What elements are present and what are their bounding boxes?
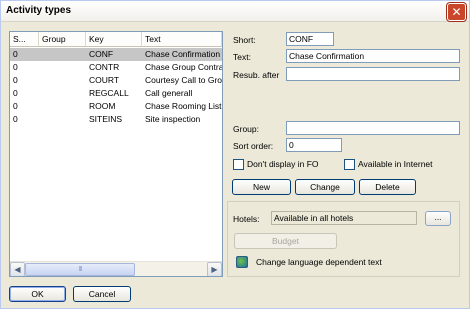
close-button[interactable]: ✕ xyxy=(447,3,466,21)
hotels-label: Hotels: xyxy=(233,214,260,224)
table-row[interactable]: 0 REGCALL Call generall xyxy=(10,87,222,100)
ok-button[interactable]: OK xyxy=(9,286,66,302)
scroll-left-button[interactable]: ◀ xyxy=(10,262,25,276)
cell-key: ROOM xyxy=(89,101,116,111)
cell-s: 0 xyxy=(13,114,18,124)
table-row[interactable]: 0 ROOM Chase Rooming List xyxy=(10,100,222,113)
delete-button[interactable]: Delete xyxy=(359,179,416,195)
globe-icon[interactable] xyxy=(236,256,248,268)
cell-s: 0 xyxy=(13,88,18,98)
budget-button[interactable]: Budget xyxy=(234,233,337,249)
text-input[interactable]: Chase Confirmation xyxy=(286,49,460,63)
column-header-s[interactable]: S... xyxy=(10,32,39,47)
cell-group xyxy=(39,74,86,87)
cell-text: Chase Group Contra xyxy=(145,62,222,72)
cell-group xyxy=(39,61,86,74)
cell-s: 0 xyxy=(13,75,18,85)
title-bar: Activity types ✕ xyxy=(1,1,469,22)
column-header-key[interactable]: Key xyxy=(86,32,142,47)
cell-group xyxy=(39,87,86,100)
resub-after-input[interactable] xyxy=(286,67,460,81)
hotels-field: Available in all hotels xyxy=(271,211,417,225)
cell-key: CONTR xyxy=(89,62,120,72)
cell-group xyxy=(39,48,86,61)
cell-key: CONF xyxy=(89,49,114,59)
change-button[interactable]: Change xyxy=(295,179,355,195)
dont-display-label: Don't display in FO xyxy=(247,159,319,169)
cell-key: COURT xyxy=(89,75,120,85)
column-header-text[interactable]: Text xyxy=(142,32,222,47)
new-button[interactable]: New xyxy=(232,179,291,195)
change-language-text[interactable]: Change language dependent text xyxy=(256,257,382,267)
sort-order-label: Sort order: xyxy=(233,141,274,151)
cancel-button[interactable]: Cancel xyxy=(73,286,131,302)
dont-display-checkbox[interactable] xyxy=(233,159,244,170)
cell-group xyxy=(39,113,86,126)
text-label: Text: xyxy=(233,52,251,62)
scroll-right-button[interactable]: ▶ xyxy=(207,262,222,276)
table-row[interactable]: 0 CONTR Chase Group Contra xyxy=(10,61,222,74)
cell-s: 0 xyxy=(13,62,18,72)
column-header-group[interactable]: Group xyxy=(39,32,86,47)
cell-group xyxy=(39,100,86,113)
hotels-panel: Hotels: Available in all hotels ... Budg… xyxy=(227,201,460,277)
list-header: S... Group Key Text xyxy=(10,32,222,48)
cell-key: REGCALL xyxy=(89,88,129,98)
cell-text: Courtesy Call to Gro xyxy=(145,75,222,85)
cell-text: Chase Rooming List xyxy=(145,101,222,111)
activity-types-list[interactable]: S... Group Key Text 0 CONF Chase Confirmat… xyxy=(9,31,223,277)
cell-s: 0 xyxy=(13,49,18,59)
window-title: Activity types xyxy=(6,5,72,16)
available-internet-label: Available in Internet xyxy=(358,159,433,169)
group-label: Group: xyxy=(233,124,259,134)
resub-after-label: Resub. after xyxy=(233,70,280,80)
short-input[interactable]: CONF xyxy=(286,32,334,46)
short-label: Short: xyxy=(233,35,256,45)
cell-s: 0 xyxy=(13,101,18,111)
group-input[interactable] xyxy=(286,121,460,135)
horizontal-scrollbar[interactable]: ◀ III ▶ xyxy=(10,261,222,276)
scroll-thumb[interactable]: III xyxy=(25,263,135,276)
sort-order-input[interactable]: 0 xyxy=(286,138,342,152)
hotels-browse-button[interactable]: ... xyxy=(425,211,451,226)
table-row[interactable]: 0 COURT Courtesy Call to Gro xyxy=(10,74,222,87)
cell-text: Chase Confirmation xyxy=(145,49,221,59)
cell-text: Call generall xyxy=(145,88,193,98)
cell-text: Site inspection xyxy=(145,114,201,124)
available-internet-checkbox[interactable] xyxy=(344,159,355,170)
cell-key: SITEINS xyxy=(89,114,123,124)
table-row[interactable]: 0 SITEINS Site inspection xyxy=(10,113,222,126)
table-row[interactable]: 0 CONF Chase Confirmation xyxy=(10,48,222,61)
activity-types-dialog: Activity types ✕ S... Group Key Text 0 CO… xyxy=(0,0,470,309)
